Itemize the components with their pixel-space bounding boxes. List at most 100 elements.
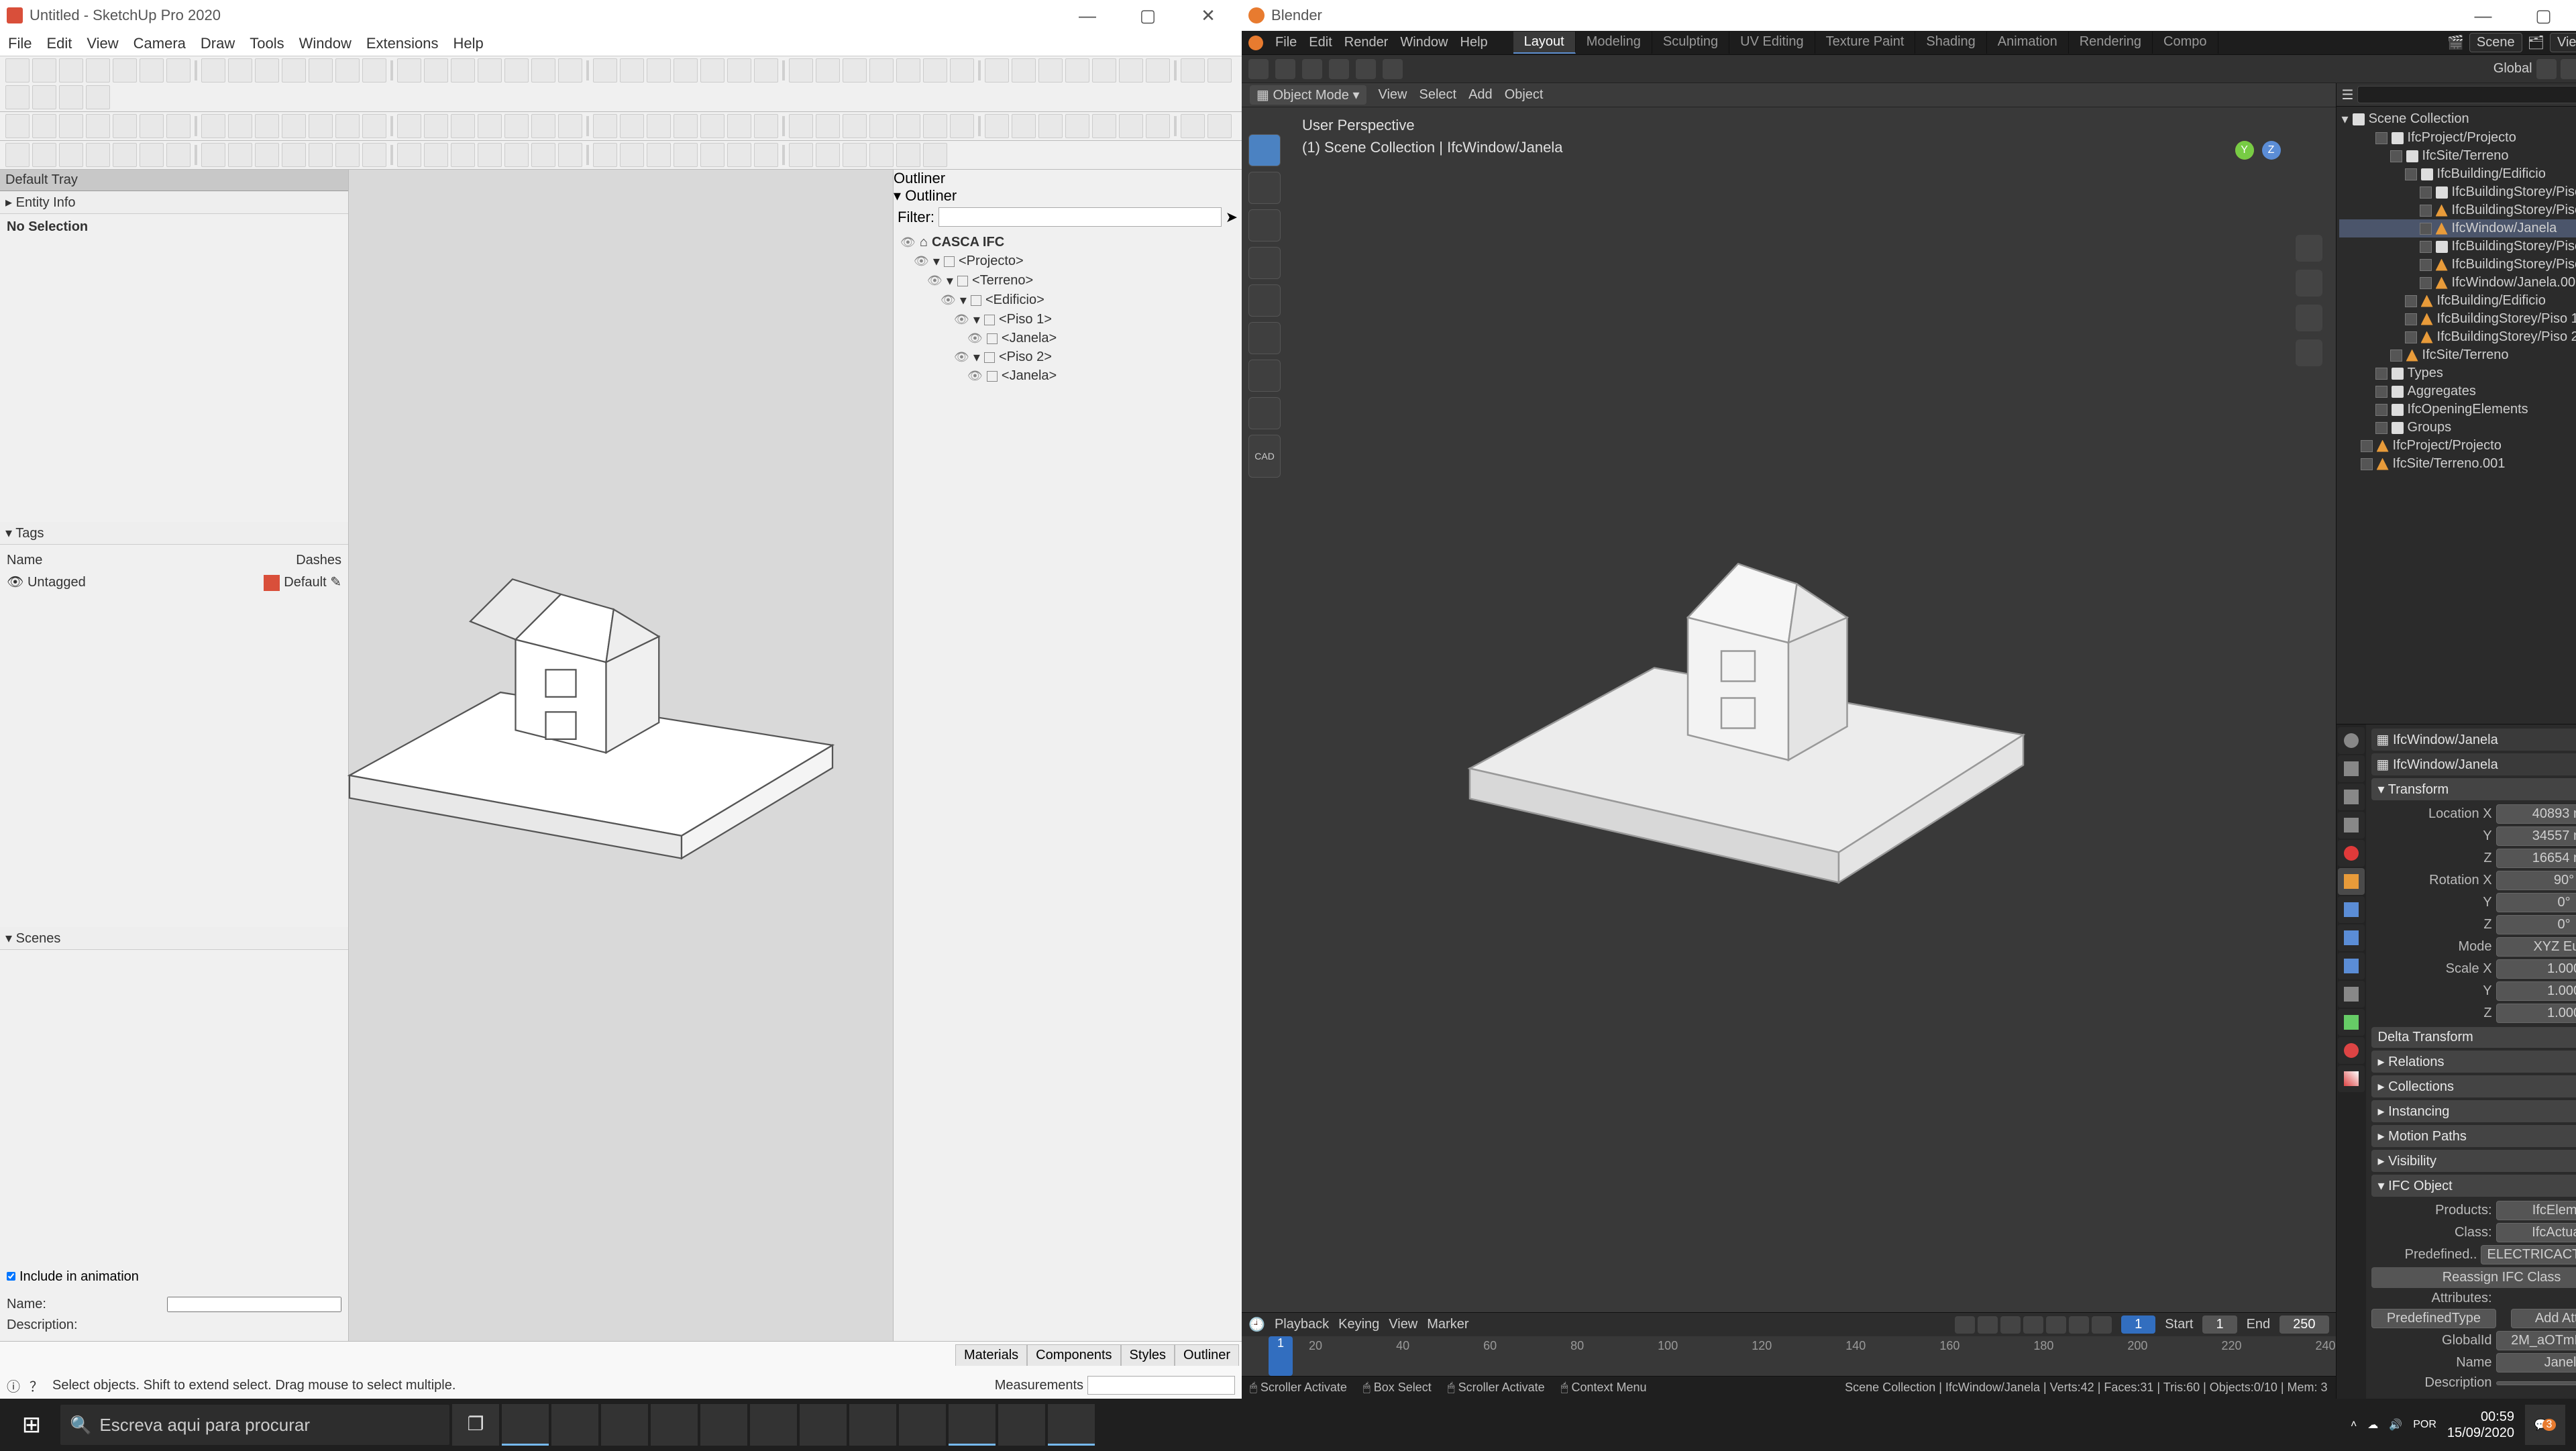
toolbar-button-icon[interactable] [869,114,894,138]
toolbar-button-icon[interactable] [1208,114,1232,138]
visibility-checkbox[interactable] [2405,295,2417,307]
toolbar-button-icon[interactable] [789,114,813,138]
visibility-checkbox[interactable] [2405,168,2417,180]
toolbar-button-icon[interactable] [140,58,164,83]
visibility-checkbox[interactable] [2361,440,2373,452]
products-dropdown[interactable]: IfcElement [2496,1201,2576,1220]
scene-name-field[interactable]: Scene [2469,33,2522,52]
toolbar-button-icon[interactable] [201,58,225,83]
toolbar-button-icon[interactable] [32,58,56,83]
toolbar-button-icon[interactable] [201,114,225,138]
visibility-header[interactable]: ▸ Visibility [2371,1150,2576,1172]
toolbar-button-icon[interactable] [789,143,813,167]
rotation-x-input[interactable]: 90° [2496,871,2576,890]
collections-header[interactable]: ▸ Collections [2371,1075,2576,1097]
rotation-y-input[interactable]: 0° [2496,893,2576,912]
menu-file[interactable]: File [8,35,32,52]
description-input[interactable] [2496,1381,2576,1385]
outliner-item[interactable]: IfcOpeningElements [2339,400,2576,419]
menu-help[interactable]: Help [1460,35,1488,50]
minimize-button[interactable]: — [2457,5,2510,26]
tag-row-untagged[interactable]: 👁 Untagged [7,574,86,591]
toolbar-button-icon[interactable] [531,58,555,83]
tab-animation[interactable]: Animation [1987,32,2069,54]
tray-lang[interactable]: POR [2413,1419,2436,1431]
toolbar-button-icon[interactable] [531,114,555,138]
notifications-button[interactable]: 💬3 [2525,1405,2565,1445]
outliner-filter-input[interactable] [938,207,1222,227]
task-view-button[interactable]: ❐ [452,1404,499,1446]
add-menu[interactable]: Add [1468,87,1493,103]
location-z-input[interactable]: 16654 mm [2496,849,2576,868]
toolbar-button-icon[interactable] [5,85,30,109]
menu-file[interactable]: File [1275,35,1297,50]
current-frame[interactable]: 1 [2121,1315,2155,1334]
header-tool-icon[interactable] [1329,59,1349,79]
toolbar-button-icon[interactable] [478,143,502,167]
header-tool-icon[interactable] [1383,59,1403,79]
toolbar-button-icon[interactable] [504,114,529,138]
menu-window[interactable]: Window [1400,35,1448,50]
tab-texturepaint[interactable]: Texture Paint [1815,32,1916,54]
outliner-item[interactable]: IfcSite/Terreno.001 [2339,455,2576,473]
toolbar-button-icon[interactable] [451,114,475,138]
toolbar-button-icon[interactable] [558,58,582,83]
toolbar-button-icon[interactable] [896,58,920,83]
toolbar-button-icon[interactable] [309,114,333,138]
visibility-checkbox[interactable] [2375,422,2387,434]
rotation-z-input[interactable]: 0° [2496,915,2576,934]
visibility-checkbox[interactable] [2420,241,2432,253]
outliner-item[interactable]: Aggregates [2339,382,2576,400]
cursor-tool-icon[interactable] [1248,172,1281,204]
scale-y-input[interactable]: 1.000 [2496,981,2576,1001]
taskbar-app-icon[interactable] [998,1404,1045,1446]
toolbar-button-icon[interactable] [923,58,947,83]
toolbar-button-icon[interactable] [1119,114,1143,138]
toolbar-button-icon[interactable] [1065,114,1089,138]
outliner-item[interactable]: IfcBuilding/Edificio [2339,292,2576,310]
scale-z-input[interactable]: 1.000 [2496,1004,2576,1023]
outliner-panel-header[interactable]: Outliner [894,170,1242,187]
render-tab-icon[interactable] [2338,727,2365,754]
outliner-item[interactable]: IfcBuildingStorey/Piso 2.001 [2339,328,2576,346]
toolbar-button-icon[interactable] [282,58,306,83]
tree-item[interactable]: 👁 <Janela> [967,329,1235,347]
entity-info-header[interactable]: ▸ Entity Info [0,191,348,214]
toolbar-button-icon[interactable] [620,143,644,167]
menu-edit[interactable]: Edit [46,35,72,52]
pan-button-icon[interactable] [2296,270,2322,297]
location-x-input[interactable]: 40893 mm [2496,804,2576,824]
tag-color-swatch[interactable] [264,575,280,591]
toolbar-button-icon[interactable] [985,114,1009,138]
proportional-icon[interactable] [2561,59,2576,79]
tab-layout[interactable]: Layout [1513,32,1576,54]
jump-start-icon[interactable] [1978,1316,1998,1334]
toolbar-button-icon[interactable] [362,114,386,138]
toolbar-button-icon[interactable] [59,114,83,138]
outliner-item[interactable]: IfcProject/Projecto [2339,437,2576,455]
snap-icon[interactable] [2536,59,2557,79]
toolbar-button-icon[interactable] [647,58,671,83]
instancing-header[interactable]: ▸ Instancing [2371,1100,2576,1122]
visibility-checkbox[interactable] [2375,404,2387,416]
visibility-checkbox[interactable] [2405,331,2417,343]
tree-item[interactable]: 👁 ▾ <Terreno> [927,271,1235,290]
visibility-checkbox[interactable] [2361,458,2373,470]
start-button[interactable]: ⊞ [5,1399,58,1451]
viewlayer-field[interactable]: View Layer [2550,33,2576,52]
toolbar-button-icon[interactable] [647,114,671,138]
taskbar-app-icon[interactable] [949,1404,996,1446]
taskbar-app-icon[interactable] [849,1404,896,1446]
material-tab-icon[interactable] [2338,1037,2365,1064]
scale-x-input[interactable]: 1.000 [2496,959,2576,979]
toolbar-button-icon[interactable] [255,58,279,83]
toolbar-button-icon[interactable] [362,143,386,167]
playhead[interactable]: 1 [1269,1336,1293,1376]
object-tab-icon[interactable] [2338,868,2365,895]
toolbar-button-icon[interactable] [86,143,110,167]
header-tool-icon[interactable] [1356,59,1376,79]
taskbar-app-icon[interactable] [651,1404,698,1446]
scale-tool-icon[interactable] [1248,284,1281,317]
outliner-root[interactable]: CASCA IFC [932,235,1004,250]
tab-styles[interactable]: Styles [1121,1344,1175,1366]
